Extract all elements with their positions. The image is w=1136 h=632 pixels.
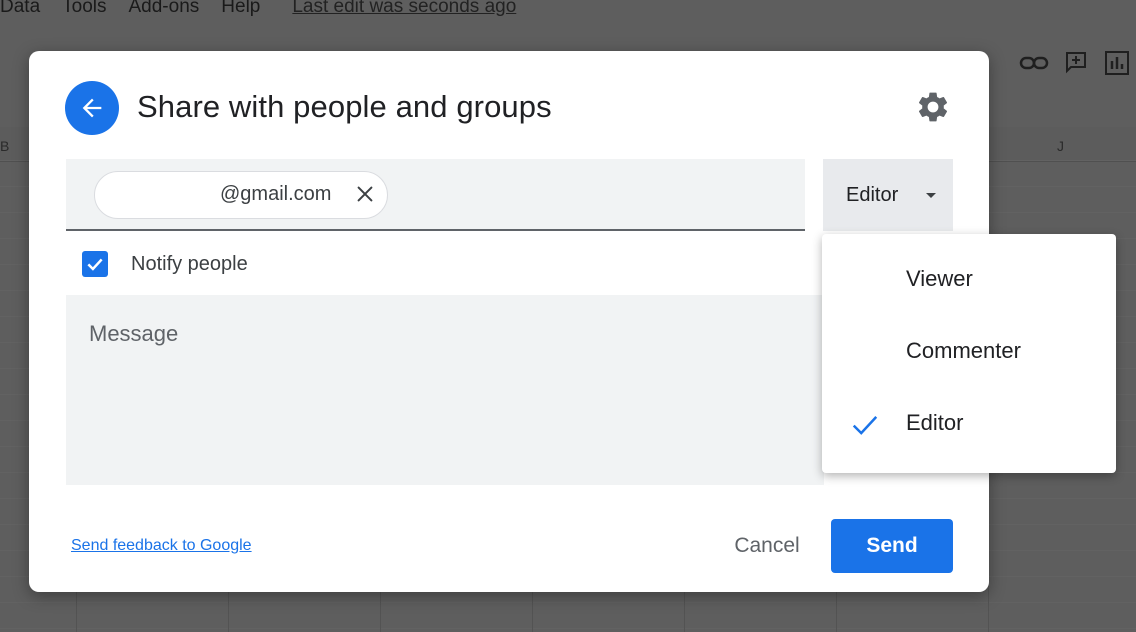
link-icon[interactable] bbox=[1019, 52, 1049, 74]
arrow-left-icon bbox=[82, 98, 102, 118]
cancel-button[interactable]: Cancel bbox=[715, 521, 819, 571]
role-menu-item-commenter[interactable]: Commenter bbox=[822, 316, 1116, 388]
last-edit-link[interactable]: Last edit was seconds ago bbox=[292, 0, 516, 26]
notify-people-checkbox[interactable]: Notify people bbox=[82, 251, 248, 277]
menubar: Data Tools Add-ons Help Last edit was se… bbox=[0, 0, 516, 26]
role-menu-item-label: Commenter bbox=[906, 338, 1021, 363]
send-feedback-link[interactable]: Send feedback to Google bbox=[71, 537, 252, 555]
menu-tools[interactable]: Tools bbox=[62, 0, 106, 26]
role-menu-item-editor[interactable]: Editor bbox=[822, 388, 1116, 460]
recipient-input-area[interactable]: @gmail.com bbox=[66, 159, 805, 231]
menu-addons[interactable]: Add-ons bbox=[129, 0, 200, 26]
column-letter-left: B bbox=[0, 138, 10, 154]
dialog-title: Share with people and groups bbox=[137, 89, 552, 124]
role-menu-item-viewer[interactable]: Viewer bbox=[822, 244, 1116, 316]
role-menu-item-label: Editor bbox=[906, 410, 964, 435]
send-button[interactable]: Send bbox=[831, 519, 953, 573]
close-icon[interactable] bbox=[354, 183, 376, 205]
checkmark-icon bbox=[87, 258, 103, 271]
checkmark-icon bbox=[852, 416, 878, 435]
insert-chart-icon[interactable] bbox=[1104, 50, 1130, 76]
role-menu: Viewer Commenter Editor bbox=[822, 234, 1116, 473]
caret-down-icon bbox=[926, 192, 937, 198]
message-input[interactable] bbox=[66, 295, 824, 485]
back-button[interactable] bbox=[65, 81, 119, 135]
role-selected-label: Editor bbox=[846, 183, 899, 206]
role-dropdown-button[interactable]: Editor bbox=[823, 159, 953, 231]
recipient-email: @gmail.com bbox=[220, 183, 332, 205]
gear-icon[interactable] bbox=[915, 89, 951, 125]
column-letter: J bbox=[1057, 138, 1064, 154]
notify-people-label: Notify people bbox=[131, 252, 248, 275]
menu-data[interactable]: Data bbox=[0, 0, 40, 26]
recipient-chip[interactable]: @gmail.com bbox=[94, 171, 388, 219]
menu-help[interactable]: Help bbox=[221, 0, 260, 26]
add-comment-icon[interactable] bbox=[1064, 50, 1088, 74]
checkbox[interactable] bbox=[82, 251, 108, 277]
role-menu-item-label: Viewer bbox=[906, 266, 973, 291]
